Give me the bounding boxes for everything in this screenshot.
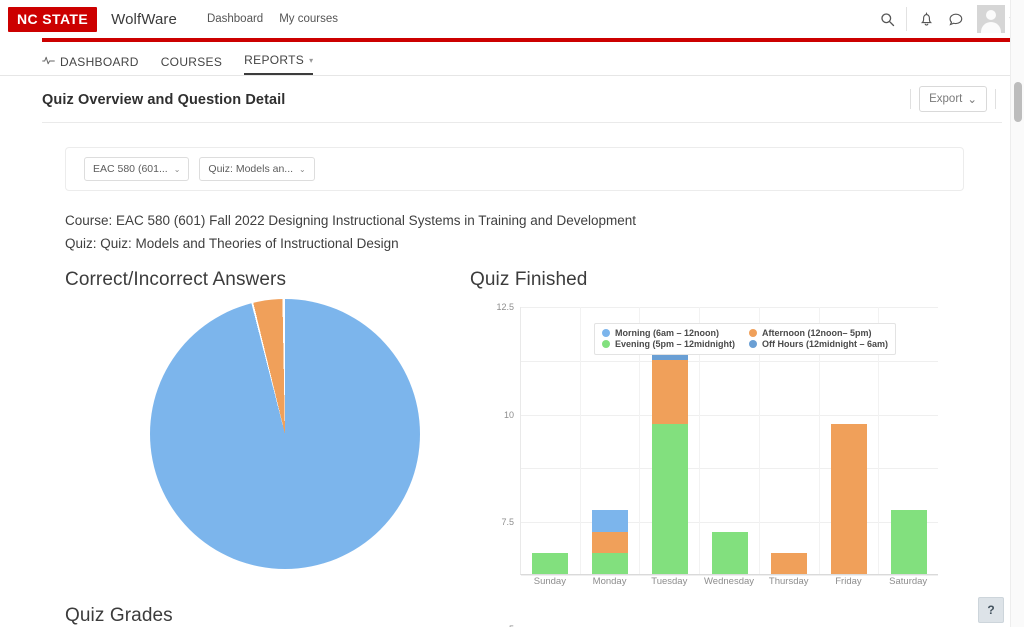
scrollbar-thumb[interactable] xyxy=(1014,82,1022,122)
nc-state-logo[interactable]: NC STATE xyxy=(8,6,98,32)
y-axis-tick: 10 xyxy=(503,409,514,420)
bar-segment[interactable] xyxy=(890,510,927,575)
legend-item-morning[interactable]: Morning (6am – 12noon) xyxy=(602,328,735,338)
y-axis-tick: 12.5 xyxy=(496,302,514,313)
legend-label: Afternoon (12noon– 5pm) xyxy=(762,328,872,339)
legend-swatch xyxy=(602,329,610,338)
export-button[interactable]: Export ⌄ xyxy=(919,86,987,112)
course-line: Course: EAC 580 (601) Fall 2022 Designin… xyxy=(65,213,637,228)
report-card-actions: Export ⌄ xyxy=(902,86,1004,112)
legend-label: Off Hours (12midnight – 6am) xyxy=(762,339,889,350)
pie-chart[interactable] xyxy=(150,299,420,574)
subnav-item-dashboard[interactable]: DASHBOARD xyxy=(42,55,139,75)
report-card: Quiz Overview and Question Detail Export… xyxy=(0,76,1024,627)
divider xyxy=(906,7,908,31)
x-axis-label: Sunday xyxy=(533,576,566,588)
subnav-item-courses[interactable]: COURSES xyxy=(161,55,222,75)
pulse-icon xyxy=(42,56,55,68)
help-button[interactable]: ? xyxy=(978,597,1004,623)
pie-slices[interactable] xyxy=(150,299,420,570)
quiz-select[interactable]: Quiz: Models an... ⌄ xyxy=(199,157,315,181)
bar-stack[interactable] xyxy=(890,510,927,575)
subnav-label: DASHBOARD xyxy=(60,55,139,69)
bar-segment[interactable] xyxy=(771,553,808,575)
report-card-header: Quiz Overview and Question Detail Export… xyxy=(0,76,1024,122)
bar-segment[interactable] xyxy=(711,531,748,575)
bar-chart-title: Quiz Finished xyxy=(470,269,588,291)
bar-stack[interactable] xyxy=(711,531,748,575)
legend-label: Morning (6am – 12noon) xyxy=(615,328,720,339)
x-axis-label: Friday xyxy=(835,576,862,588)
bar-stack[interactable] xyxy=(592,510,629,575)
x-axis-label: Monday xyxy=(592,576,627,588)
bar-segment[interactable] xyxy=(651,360,688,425)
page-content: Quiz Overview and Question Detail Export… xyxy=(0,76,1024,627)
chevron-down-icon: ⌄ xyxy=(299,164,306,174)
legend-item-off-hours[interactable]: Off Hours (12midnight – 6am) xyxy=(749,339,888,349)
topnav-dashboard[interactable]: Dashboard xyxy=(207,13,263,25)
subnav-item-reports[interactable]: REPORTS ▾ xyxy=(244,53,314,75)
quiz-finished-chart: Quiz Finished Morning (6am – 12noon) Aft… xyxy=(470,269,960,627)
y-axis-tick: 7.5 xyxy=(501,516,514,527)
correct-incorrect-chart: Correct/Incorrect Answers xyxy=(0,269,470,599)
divider xyxy=(910,89,912,109)
legend-item-evening[interactable]: Evening (5pm – 12midnight) xyxy=(602,339,735,349)
bar-stack[interactable] xyxy=(830,424,867,575)
subnav-label: COURSES xyxy=(160,55,223,69)
bar-chart-legend: Morning (6am – 12noon) Afternoon (12noon… xyxy=(594,323,897,356)
chevron-down-icon: ⌄ xyxy=(173,164,181,174)
bar-stack[interactable] xyxy=(771,553,808,575)
chat-icon[interactable] xyxy=(941,0,971,38)
top-bar-actions: ▾ xyxy=(872,0,1020,38)
legend-swatch xyxy=(749,340,758,349)
course-select[interactable]: EAC 580 (601... ⌄ xyxy=(84,157,190,181)
quiz-grades-title: Quiz Grades xyxy=(65,605,173,627)
legend-swatch xyxy=(602,340,610,349)
top-bar: NC STATE WolfWare Dashboard My courses ▾ xyxy=(0,0,1024,38)
bar-chart[interactable]: Morning (6am – 12noon) Afternoon (12noon… xyxy=(476,299,946,627)
x-axis-labels: Sunday Monday Tuesday Wednesday Thursday Frid… xyxy=(520,576,938,587)
user-avatar[interactable] xyxy=(977,5,1006,33)
bar-stack[interactable] xyxy=(651,349,688,575)
chevron-down-icon: ⌄ xyxy=(967,94,977,106)
charts-row: Correct/Incorrect Answers Quiz Finished … xyxy=(0,269,1024,627)
x-axis-label: Thursday xyxy=(768,576,809,588)
bar-segment[interactable] xyxy=(532,553,569,575)
legend-swatch xyxy=(749,329,758,338)
bar-segment[interactable] xyxy=(592,510,629,532)
pie-chart-title: Correct/Incorrect Answers xyxy=(65,269,287,291)
filter-panel: EAC 580 (601... ⌄ Quiz: Models an... ⌄ xyxy=(65,147,964,191)
quiz-select-value: Quiz: Models an... xyxy=(208,163,294,175)
x-axis-label: Tuesday xyxy=(651,576,688,588)
app-name-wolfware[interactable]: WolfWare xyxy=(111,11,177,28)
legend-item-afternoon[interactable]: Afternoon (12noon– 5pm) xyxy=(749,328,888,338)
x-axis-label: Saturday xyxy=(889,576,928,588)
bar-stack[interactable] xyxy=(532,553,569,575)
course-select-value: EAC 580 (601... xyxy=(93,163,168,175)
bar-slot xyxy=(521,307,581,575)
quiz-line: Quiz: Quiz: Models and Theories of Instr… xyxy=(65,236,399,252)
divider xyxy=(995,89,996,109)
search-icon[interactable] xyxy=(872,0,902,38)
bar-segment[interactable] xyxy=(651,424,688,575)
bell-icon[interactable] xyxy=(911,0,941,38)
topnav-my-courses[interactable]: My courses xyxy=(279,13,338,25)
page-title: Quiz Overview and Question Detail xyxy=(42,92,286,108)
legend-label: Evening (5pm – 12midnight) xyxy=(615,339,736,350)
bar-segment[interactable] xyxy=(592,531,629,553)
bar-segment[interactable] xyxy=(592,553,629,575)
report-meta: Course: EAC 580 (601) Fall 2022 Designin… xyxy=(65,209,1024,255)
page-scrollbar[interactable] xyxy=(1010,0,1024,627)
subnav-label: REPORTS xyxy=(244,53,305,67)
secondary-nav: DASHBOARD COURSES REPORTS ▾ xyxy=(0,42,1024,76)
bar-segment[interactable] xyxy=(830,424,867,575)
export-label: Export xyxy=(929,93,963,105)
header-divider xyxy=(42,122,1002,123)
chevron-down-icon[interactable]: ▾ xyxy=(309,56,313,65)
x-axis-label: Wednesday xyxy=(704,576,755,588)
